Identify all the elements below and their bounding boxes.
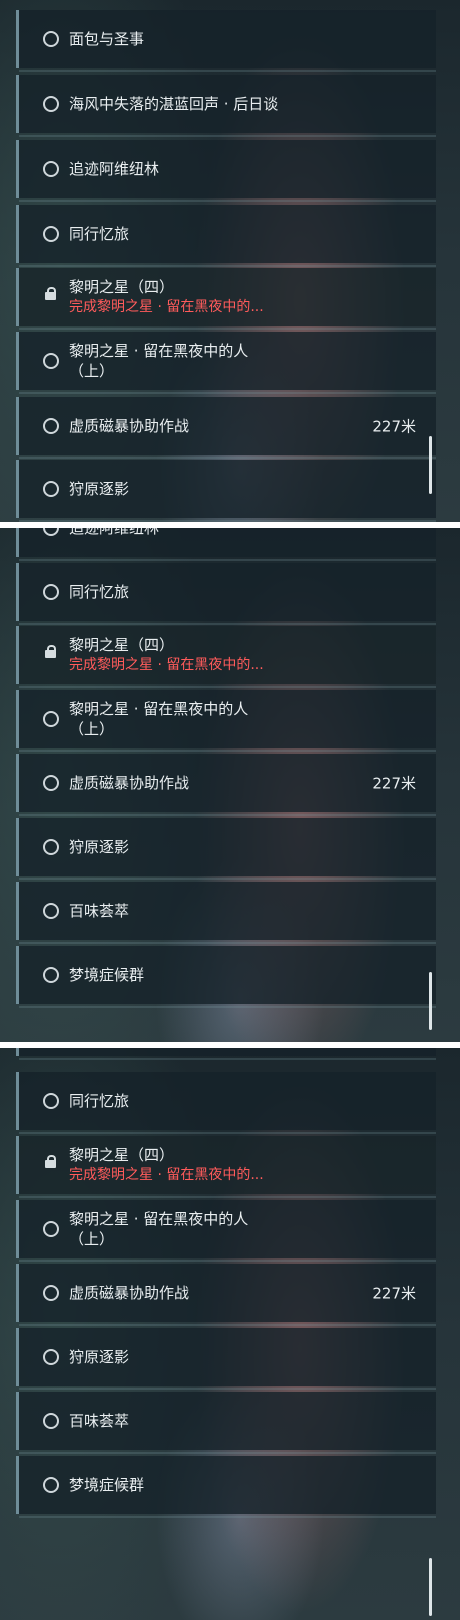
scrollbar-thumb[interactable]: [429, 1558, 432, 1616]
unlock-requirement: 完成黎明之星 · 留在黑夜中的...: [69, 299, 264, 315]
quest-item-void-storm[interactable]: 虚质磁暴协助作战 227米: [16, 397, 436, 459]
quest-title-block: 黎明之星 · 留在黑夜中的人 （上）: [69, 341, 329, 381]
quest-item-void-storm[interactable]: 虚质磁暴协助作战 227米: [16, 754, 436, 816]
quest-title: 梦境症候群: [69, 966, 145, 984]
circle-icon: [43, 161, 59, 177]
quest-title: 狩原逐影: [69, 1348, 130, 1366]
quest-title-block: 黎明之星（四） 完成黎明之星 · 留在黑夜中的...: [69, 635, 264, 675]
quest-distance: 227米: [372, 417, 416, 436]
quest-item-partial[interactable]: [16, 1048, 436, 1060]
circle-icon: [43, 31, 59, 47]
quest-title-block: 黎明之星 · 留在黑夜中的人 （上）: [69, 1209, 329, 1249]
quest-title: 面包与圣事: [69, 30, 145, 48]
circle-icon: [43, 96, 59, 112]
quest-item-dawn-4-locked[interactable]: 黎明之星（四） 完成黎明之星 · 留在黑夜中的...: [16, 626, 436, 688]
quest-title-line1: 黎明之星 · 留在黑夜中的人: [69, 342, 249, 360]
quest-title: 同行忆旅: [69, 1092, 130, 1110]
quest-item-hunt-plain[interactable]: 狩原逐影: [16, 818, 436, 880]
quest-title: 虚质磁暴协助作战: [69, 1284, 190, 1302]
circle-icon: [43, 839, 59, 855]
quest-item-sea-wind[interactable]: 海风中失落的湛蓝回声 · 后日谈: [16, 75, 436, 137]
quest-distance: 227米: [372, 1284, 416, 1303]
quest-item-together[interactable]: 同行忆旅: [16, 563, 436, 625]
circle-icon: [43, 711, 59, 727]
circle-icon: [43, 1285, 59, 1301]
quest-title: 百味荟萃: [69, 1412, 130, 1430]
scrollbar-thumb[interactable]: [429, 436, 432, 494]
circle-icon: [43, 481, 59, 497]
quest-item-dawn-stay[interactable]: 黎明之星 · 留在黑夜中的人 （上）: [16, 690, 436, 752]
quest-title-line1: 黎明之星 · 留在黑夜中的人: [69, 700, 249, 718]
quest-item-void-storm[interactable]: 虚质磁暴协助作战 227米: [16, 1264, 436, 1326]
quest-item-dawn-4-locked[interactable]: 黎明之星（四） 完成黎明之星 · 留在黑夜中的...: [16, 1136, 436, 1198]
lock-icon: [45, 1155, 56, 1168]
quest-title: 虚质磁暴协助作战: [69, 774, 190, 792]
lock-icon: [45, 645, 56, 658]
quest-item-trace-avi[interactable]: 追迹阿维纽林: [16, 140, 436, 202]
circle-icon: [43, 1349, 59, 1365]
quest-item-dawn-stay[interactable]: 黎明之星 · 留在黑夜中的人 （上）: [16, 1200, 436, 1262]
circle-icon: [43, 584, 59, 600]
quest-title-line2: （上）: [69, 362, 115, 380]
quest-item-dawn-stay[interactable]: 黎明之星 · 留在黑夜中的人 （上）: [16, 332, 436, 394]
circle-icon: [43, 903, 59, 919]
quest-title: 梦境症候群: [69, 1476, 145, 1494]
quest-title: 追迹阿维纽林: [69, 528, 160, 537]
quest-title: 狩原逐影: [69, 838, 130, 856]
quest-title: 百味荟萃: [69, 902, 130, 920]
quest-title: 黎明之星（四）: [69, 636, 175, 654]
quest-title: 海风中失落的湛蓝回声 · 后日谈: [69, 95, 279, 113]
circle-icon: [43, 1413, 59, 1429]
quest-item-trace-avi[interactable]: 追迹阿维纽林: [16, 528, 436, 561]
quest-title-block: 黎明之星（四） 完成黎明之星 · 留在黑夜中的...: [69, 1145, 264, 1185]
quest-item-together[interactable]: 同行忆旅: [16, 205, 436, 267]
quest-title: 黎明之星（四）: [69, 1146, 175, 1164]
circle-icon: [43, 226, 59, 242]
quest-item-dawn-4-locked[interactable]: 黎明之星（四） 完成黎明之星 · 留在黑夜中的...: [16, 268, 436, 330]
circle-icon: [43, 353, 59, 369]
quest-list-panel-2: 追迹阿维纽林 同行忆旅 黎明之星（四） 完成黎明之星 · 留在黑夜中的... 黎…: [0, 528, 460, 1042]
quest-item-hundred-flavors[interactable]: 百味荟萃: [16, 1392, 436, 1454]
circle-icon: [43, 1093, 59, 1109]
quest-item-hunt-plain[interactable]: 狩原逐影: [16, 1328, 436, 1390]
quest-item-together[interactable]: 同行忆旅: [16, 1072, 436, 1134]
quest-list-panel-3: 同行忆旅 黎明之星（四） 完成黎明之星 · 留在黑夜中的... 黎明之星 · 留…: [0, 1048, 460, 1620]
quest-title-block: 黎明之星 · 留在黑夜中的人 （上）: [69, 699, 329, 739]
circle-icon: [43, 967, 59, 983]
quest-title: 黎明之星（四）: [69, 278, 175, 296]
circle-icon: [43, 1221, 59, 1237]
quest-title: 狩原逐影: [69, 480, 130, 498]
quest-item-dream-syndrome[interactable]: 梦境症候群: [16, 946, 436, 1008]
quest-title-line2: （上）: [69, 720, 115, 738]
quest-item-hundred-flavors[interactable]: 百味荟萃: [16, 882, 436, 944]
quest-title: 同行忆旅: [69, 225, 130, 243]
quest-title-block: 黎明之星（四） 完成黎明之星 · 留在黑夜中的...: [69, 277, 264, 317]
quest-list-panel-1: 面包与圣事 海风中失落的湛蓝回声 · 后日谈 追迹阿维纽林 同行忆旅 黎明之星（…: [0, 0, 460, 522]
circle-icon: [43, 1477, 59, 1493]
unlock-requirement: 完成黎明之星 · 留在黑夜中的...: [69, 1167, 264, 1183]
quest-title: 同行忆旅: [69, 583, 130, 601]
circle-icon: [43, 775, 59, 791]
quest-item-bread-saint[interactable]: 面包与圣事: [16, 10, 436, 72]
unlock-requirement: 完成黎明之星 · 留在黑夜中的...: [69, 657, 264, 673]
quest-title: 虚质磁暴协助作战: [69, 417, 190, 435]
circle-icon: [43, 418, 59, 434]
quest-title-line1: 黎明之星 · 留在黑夜中的人: [69, 1210, 249, 1228]
quest-distance: 227米: [372, 774, 416, 793]
circle-icon: [43, 528, 59, 536]
scrollbar-thumb[interactable]: [429, 972, 432, 1030]
quest-title: 追迹阿维纽林: [69, 160, 160, 178]
quest-item-hunt-plain[interactable]: 狩原逐影: [16, 460, 436, 522]
quest-item-dream-syndrome[interactable]: 梦境症候群: [16, 1456, 436, 1518]
lock-icon: [45, 287, 56, 300]
quest-title-line2: （上）: [69, 1230, 115, 1248]
